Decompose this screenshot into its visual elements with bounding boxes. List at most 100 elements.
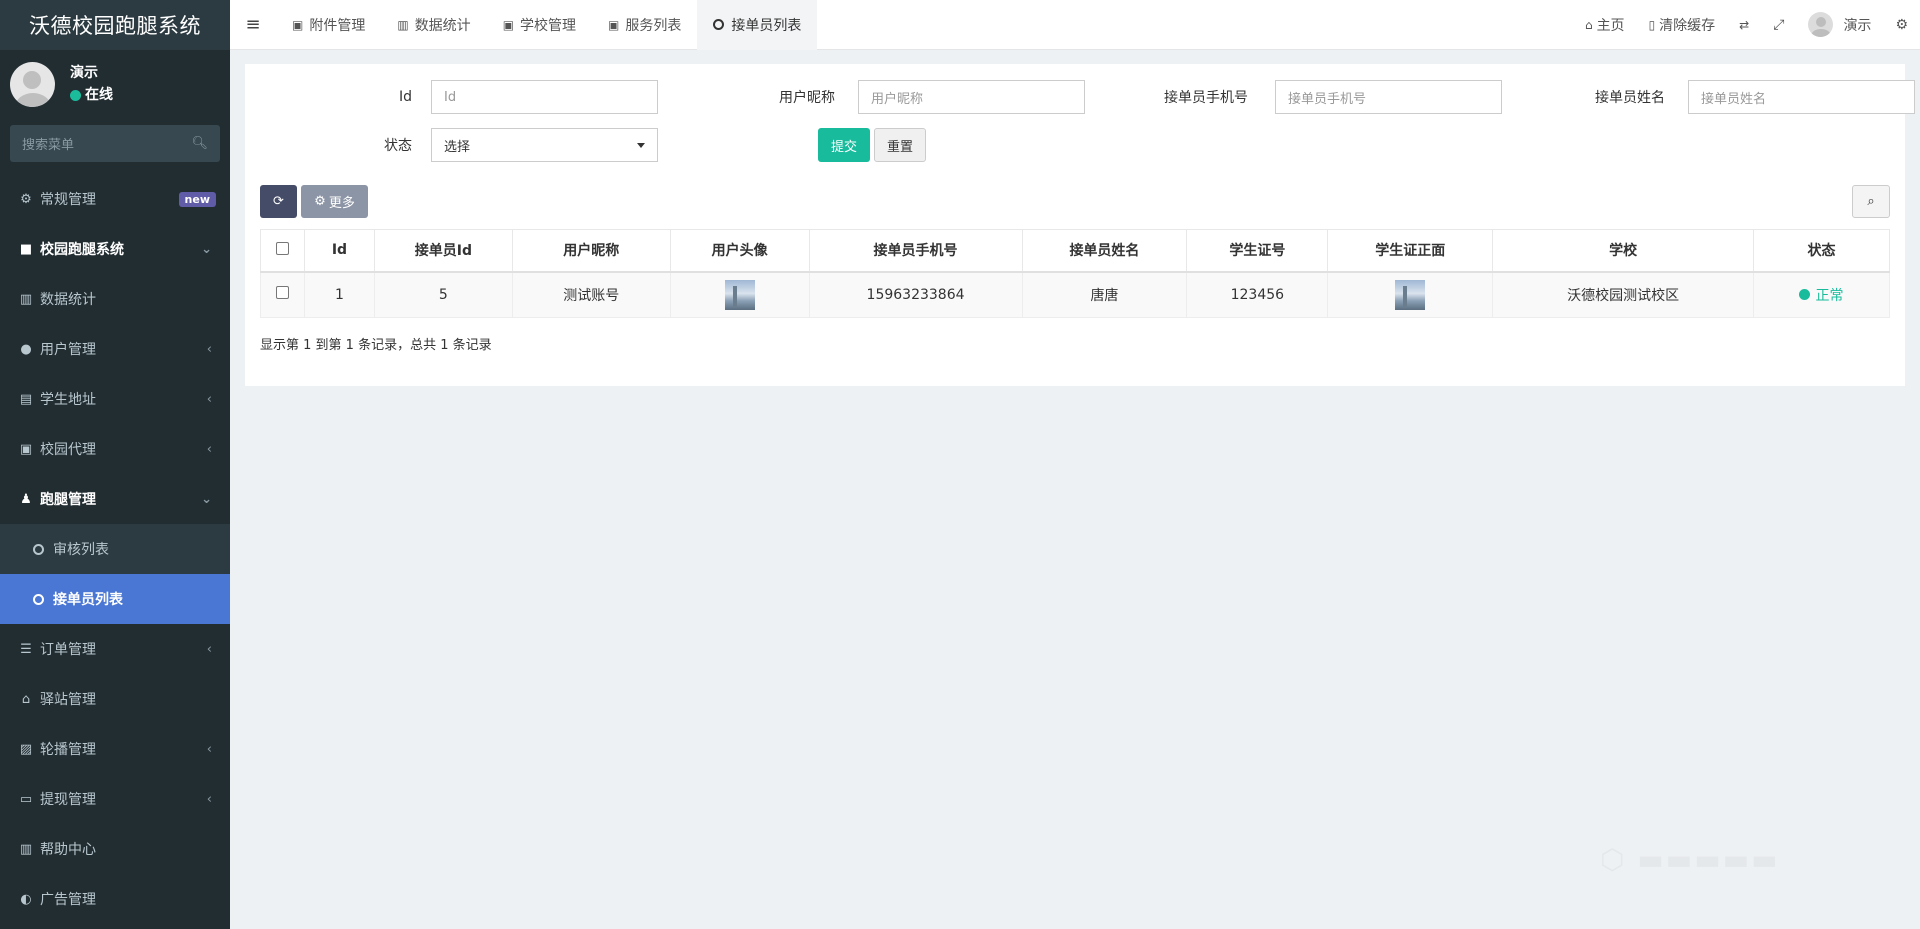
- tab-attachments[interactable]: ▣ 附件管理: [276, 0, 381, 50]
- sidebar-item-withdraw[interactable]: ▭ 提现管理 ‹: [0, 774, 230, 824]
- sidebar-item-address[interactable]: ▤ 学生地址 ‹: [0, 374, 230, 424]
- column-header[interactable]: 状态: [1752, 229, 1891, 273]
- sidebar-item-runner-list[interactable]: 接单员列表: [0, 574, 230, 624]
- column-header[interactable]: 学生证号: [1186, 229, 1329, 273]
- sidebar: 沃德校园跑腿系统 演示 在线 搜索菜单 🔍︎ ⚙ 常规管理 new ■ 校园跑腿…: [0, 0, 230, 929]
- refresh-icon: ⟳: [273, 194, 284, 209]
- sidebar-item-errand[interactable]: ♟ 跑腿管理 ⌄: [0, 474, 230, 524]
- filter-id: Id Id: [352, 80, 658, 114]
- sidebar-item-ads[interactable]: ◐ 广告管理: [0, 874, 230, 924]
- new-badge: new: [178, 191, 216, 207]
- select-all-checkbox[interactable]: [275, 241, 289, 255]
- sidebar-item-carousel[interactable]: ▨ 轮播管理 ‹: [0, 724, 230, 774]
- column-header[interactable]: 学校: [1492, 229, 1754, 273]
- avatar: [1808, 12, 1834, 37]
- reset-button[interactable]: 重置: [874, 128, 926, 162]
- sidebar-item-help[interactable]: ▥ 帮助中心: [0, 824, 230, 874]
- user-menu[interactable]: 演示: [1796, 0, 1883, 50]
- more-label: 更多: [328, 196, 355, 211]
- search-icon: ⌕: [1867, 194, 1875, 209]
- search-toggle-button[interactable]: ⌕: [1852, 185, 1890, 218]
- column-header[interactable]: 用户昵称: [511, 229, 671, 273]
- tab-label: 接单员列表: [731, 17, 802, 34]
- cogs-icon: ⚙: [20, 191, 32, 207]
- cell-name: 唐唐: [1021, 271, 1188, 318]
- cell-student-card: [1327, 271, 1494, 318]
- student-card-thumbnail[interactable]: [1395, 279, 1426, 310]
- column-header[interactable]: 用户头像: [669, 229, 810, 273]
- lock-icon: ■: [19, 241, 33, 257]
- user-panel: 演示 在线: [0, 50, 230, 118]
- phone-input[interactable]: 接单员手机号: [1275, 80, 1502, 114]
- nickname-input[interactable]: 用户昵称: [858, 80, 1085, 114]
- refresh-button[interactable]: ⟳: [260, 185, 297, 218]
- column-header[interactable]: 接单员姓名: [1021, 229, 1188, 273]
- phone-placeholder: 接单员手机号: [1288, 91, 1367, 107]
- watermark-logo: ⬡ ▬▬▬▬▬: [1600, 843, 1780, 876]
- tab-label: 数据统计: [414, 17, 471, 34]
- table-row[interactable]: 1 5 测试账号 15963233864 唐唐 123456 沃德校园测试校区 …: [260, 271, 1891, 318]
- sidebar-item-orders[interactable]: ☰ 订单管理 ‹: [0, 624, 230, 674]
- id-input[interactable]: Id: [431, 80, 658, 114]
- menu-toggle-icon[interactable]: ≡: [230, 14, 276, 35]
- sidebar-item-label: 用户管理: [40, 342, 96, 358]
- tab-stats[interactable]: ▥ 数据统计: [381, 0, 486, 50]
- cell-school: 沃德校园测试校区: [1492, 271, 1754, 318]
- tab-runner-list[interactable]: 接单员列表: [697, 0, 818, 50]
- name-input[interactable]: 接单员姓名: [1688, 80, 1915, 114]
- column-header[interactable]: 接单员手机号: [808, 229, 1023, 273]
- sidebar-item-general[interactable]: ⚙ 常规管理 new: [0, 174, 230, 224]
- sidebar-item-label: 数据统计: [40, 292, 96, 308]
- translate-icon[interactable]: ⇄: [1727, 0, 1761, 50]
- app-title[interactable]: 沃德校园跑腿系统: [0, 0, 230, 50]
- tab-services[interactable]: ▣ 服务列表: [592, 0, 697, 50]
- filter-status: 状态 选择: [352, 128, 658, 162]
- tab-label: 附件管理: [309, 17, 366, 34]
- sidebar-item-label: 轮播管理: [40, 742, 96, 758]
- money-icon: ▭: [19, 791, 33, 807]
- top-navbar: ≡ ▣ 附件管理 ▥ 数据统计 ▣ 学校管理 ▣ 服务列表 接单员列表 ⌂ 主页 ▯ 清除缓…: [230, 0, 1920, 50]
- clear-cache-button[interactable]: ▯ 清除缓存: [1637, 0, 1728, 50]
- filter-nickname: 用户昵称 用户昵称: [715, 80, 1085, 114]
- user-avatar-thumbnail[interactable]: [724, 279, 755, 310]
- chevron-left-icon: ‹: [206, 441, 212, 457]
- sidebar-item-station[interactable]: ⌂ 驿站管理: [0, 674, 230, 724]
- more-button[interactable]: ⚙ 更多: [301, 185, 368, 218]
- portrait-icon: ▣: [608, 17, 620, 32]
- chevron-left-icon: ‹: [206, 391, 212, 407]
- sidebar-item-label: 校园代理: [40, 442, 96, 458]
- status-badge: 正常: [1799, 285, 1843, 305]
- tab-schools[interactable]: ▣ 学校管理: [487, 0, 592, 50]
- status-select[interactable]: 选择: [431, 128, 658, 162]
- sidebar-item-review-list[interactable]: 审核列表: [0, 524, 230, 574]
- fullscreen-icon[interactable]: ⤢: [1761, 0, 1796, 50]
- sidebar-item-campus-system[interactable]: ■ 校园跑腿系统 ⌄: [0, 224, 230, 274]
- chevron-down-icon: ⌄: [201, 241, 212, 257]
- filter-actions: 提交 重置: [818, 128, 926, 162]
- submit-button[interactable]: 提交: [818, 128, 870, 162]
- column-header[interactable]: 接单员Id: [373, 229, 513, 273]
- home-link[interactable]: ⌂ 主页: [1573, 0, 1637, 50]
- sidebar-item-label: 广告管理: [40, 892, 96, 908]
- runner-table: Id 接单员Id 用户昵称 用户头像 接单员手机号 接单员姓名 学生证号 学生证…: [260, 229, 1891, 318]
- column-header[interactable]: Id: [303, 229, 375, 273]
- sidebar-item-stats[interactable]: ▥ 数据统计: [0, 274, 230, 324]
- sidebar-item-users[interactable]: ● 用户管理 ‹: [0, 324, 230, 374]
- column-header[interactable]: 学生证正面: [1327, 229, 1494, 273]
- settings-icon[interactable]: ⚙: [1883, 0, 1920, 50]
- sidebar-item-label: 接单员列表: [53, 592, 123, 608]
- cell-id: 1: [303, 271, 375, 318]
- gear-icon: ⚙: [314, 194, 326, 209]
- sidebar-item-agent[interactable]: ▣ 校园代理 ‹: [0, 424, 230, 474]
- row-checkbox[interactable]: [275, 286, 289, 300]
- search-menu-input[interactable]: 搜索菜单 🔍︎: [10, 125, 220, 162]
- online-dot-icon: [70, 89, 81, 101]
- home-label: 主页: [1596, 17, 1625, 34]
- filter-phone: 接单员手机号 接单员手机号: [1125, 80, 1502, 114]
- cell-nickname: 测试账号: [511, 271, 671, 318]
- sidebar-item-label: 帮助中心: [40, 842, 96, 858]
- name-placeholder: 接单员姓名: [1701, 91, 1767, 107]
- clear-cache-label: 清除缓存: [1659, 17, 1716, 34]
- trash-icon: ▯: [1648, 17, 1656, 32]
- status-dot-icon: [1799, 289, 1811, 301]
